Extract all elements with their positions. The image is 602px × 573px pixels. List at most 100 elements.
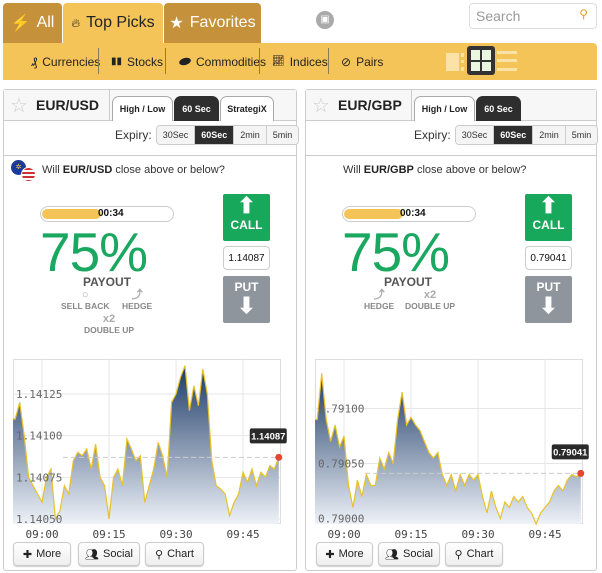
- double-up-option[interactable]: x2 DOUBLE UP: [84, 314, 134, 336]
- tab-top-picks[interactable]: 🔥︎ Top Picks: [63, 3, 163, 43]
- expiry-30sec[interactable]: 30Sec: [455, 126, 495, 144]
- put-button[interactable]: PUT ⬇: [223, 276, 270, 323]
- call-button[interactable]: ⬆ CALL: [525, 194, 572, 241]
- magnifier-icon: ⚲: [155, 548, 164, 561]
- x-tick-label: 09:30: [159, 528, 192, 541]
- category-commodities[interactable]: Commodities: [178, 43, 266, 80]
- indices-icon: 📈︎: [272, 56, 285, 67]
- sell-back-icon: ○: [81, 289, 89, 301]
- grid-view-button[interactable]: [467, 46, 495, 75]
- divider: [411, 90, 412, 121]
- double-up-option[interactable]: x2 DOUBLE UP: [405, 289, 455, 312]
- video-icon[interactable]: ▣: [316, 11, 334, 29]
- question-text: Will EUR/USD close above or below?: [42, 164, 225, 176]
- expiry-selector: Expiry: 30Sec 60Sec 2min 5min: [115, 125, 300, 145]
- y-tick-label: 0.79050: [318, 458, 364, 471]
- y-tick-label: 0.79100: [318, 403, 364, 416]
- search-icon[interactable]: ⚲: [579, 7, 588, 21]
- social-button[interactable]: 👥︎ Social: [78, 542, 140, 566]
- search-input[interactable]: Search ⚲: [469, 3, 597, 29]
- expiry-60sec[interactable]: 60Sec: [494, 126, 534, 144]
- y-tick-label: 1.14050: [16, 513, 62, 526]
- expiry-5min[interactable]: 5min: [565, 126, 598, 144]
- arrow-up-icon: ⬆: [237, 193, 256, 218]
- y-tick-label: 1.14125: [16, 388, 62, 401]
- trade-panel-eur-usd: ☆ EUR/USD High / Low 60 Sec StrategiX Ex…: [3, 89, 300, 571]
- expiry-60sec[interactable]: 60Sec: [195, 126, 235, 144]
- star-icon: ★: [169, 15, 184, 32]
- expiry-selector: Expiry: 30Sec 60Sec 2min 5min: [414, 125, 599, 145]
- divider: [306, 155, 596, 156]
- price-chart[interactable]: 1.14050 1.14075 1.14100 1.14125 09:00 09:15 09…: [13, 359, 287, 544]
- favorite-star-icon[interactable]: ☆: [10, 93, 28, 118]
- category-indices[interactable]: 📈︎ Indices: [272, 43, 328, 80]
- category-currencies[interactable]: ₰ Currencies: [31, 43, 100, 80]
- tab-all[interactable]: ⚡ All: [3, 3, 62, 43]
- sell-back-option[interactable]: ○ SELL BACK: [61, 289, 110, 312]
- last-price-label: 1.14087: [251, 431, 285, 442]
- eur-usd-flag-icon: ✲: [11, 160, 37, 182]
- pairs-icon: ⊘: [341, 54, 352, 69]
- y-tick-label: 1.14075: [16, 471, 62, 484]
- expiry-5min[interactable]: 5min: [266, 126, 299, 144]
- category-bar: ₰ Currencies ▮▮ Stocks Commodities 📈︎ Indic…: [3, 43, 597, 80]
- expiry-2min[interactable]: 2min: [234, 126, 267, 144]
- list-view-button[interactable]: [497, 51, 517, 71]
- last-price-marker: [577, 469, 585, 477]
- magnifier-icon: ⚲: [454, 548, 463, 561]
- hedge-option[interactable]: ⤴ HEDGE: [122, 290, 152, 312]
- timer-progress: [344, 209, 403, 219]
- y-tick-label: 0.79000: [318, 513, 364, 526]
- asset-title: EUR/USD: [36, 97, 100, 113]
- x-tick-label: 09:00: [327, 528, 360, 541]
- payout-label: PAYOUT: [384, 275, 433, 289]
- tab-60-sec[interactable]: 60 Sec: [174, 96, 219, 121]
- hedge-option[interactable]: ⤴ HEDGE: [364, 289, 394, 312]
- plus-icon: ✚: [22, 548, 33, 561]
- divider: [109, 90, 110, 121]
- more-button[interactable]: ✚ More: [13, 542, 71, 566]
- more-button[interactable]: ✚ More: [316, 542, 373, 566]
- price-chart[interactable]: 0.79000 0.79050 0.79100 09:00 09:15 09:30 09:4…: [315, 359, 589, 544]
- question-text: Will EUR/GBP close above or below?: [343, 164, 527, 176]
- payout-label: PAYOUT: [83, 275, 132, 289]
- users-icon: 👥︎: [85, 548, 99, 561]
- x-tick-label: 09:45: [226, 528, 259, 541]
- arrow-down-icon: ⬇: [539, 293, 558, 318]
- chart-button[interactable]: ⚲ Chart: [145, 542, 204, 566]
- x-tick-label: 09:30: [461, 528, 494, 541]
- tab-high-low[interactable]: High / Low: [112, 96, 173, 121]
- arrow-up-icon: ⬆: [539, 193, 558, 218]
- last-price-label: 0.79041: [553, 447, 588, 458]
- tab-high-low[interactable]: High / Low: [414, 96, 475, 121]
- panel-header: ☆ EUR/GBP High / Low 60 Sec: [306, 90, 596, 121]
- tab-strategix[interactable]: StrategiX: [220, 96, 274, 121]
- currencies-icon: ₰: [31, 54, 38, 69]
- asset-title: EUR/GBP: [338, 97, 402, 113]
- favorite-star-icon[interactable]: ☆: [312, 93, 330, 118]
- x-tick-label: 09:45: [528, 528, 561, 541]
- current-price: 1.14087: [223, 246, 270, 270]
- panel-header: ☆ EUR/USD High / Low 60 Sec StrategiX: [4, 90, 296, 121]
- social-button[interactable]: 👥︎ Social: [378, 542, 440, 566]
- hedge-icon: ⤴: [373, 289, 385, 301]
- y-tick-label: 1.14100: [16, 430, 62, 443]
- tab-favorites[interactable]: ★ Favorites: [164, 3, 261, 43]
- chart-button[interactable]: ⚲ Chart: [445, 542, 503, 566]
- sidebar-view-button[interactable]: [444, 51, 466, 73]
- lightning-icon: ⚡: [10, 15, 31, 32]
- last-price-marker: [275, 453, 283, 461]
- arrow-down-icon: ⬇: [237, 293, 256, 318]
- category-stocks[interactable]: ▮▮ Stocks: [111, 43, 163, 80]
- expiry-2min[interactable]: 2min: [533, 126, 566, 144]
- put-button[interactable]: PUT ⬇: [525, 276, 572, 323]
- call-button[interactable]: ⬆ CALL: [223, 194, 270, 241]
- divider: [4, 155, 296, 156]
- double-up-icon: x2: [423, 289, 437, 301]
- tab-60-sec[interactable]: 60 Sec: [476, 96, 521, 121]
- x-tick-label: 09:00: [25, 528, 58, 541]
- category-pairs[interactable]: ⊘ Pairs: [341, 43, 383, 80]
- plus-icon: ✚: [325, 548, 335, 561]
- flame-icon: 🔥︎: [71, 15, 81, 30]
- expiry-30sec[interactable]: 30Sec: [156, 126, 196, 144]
